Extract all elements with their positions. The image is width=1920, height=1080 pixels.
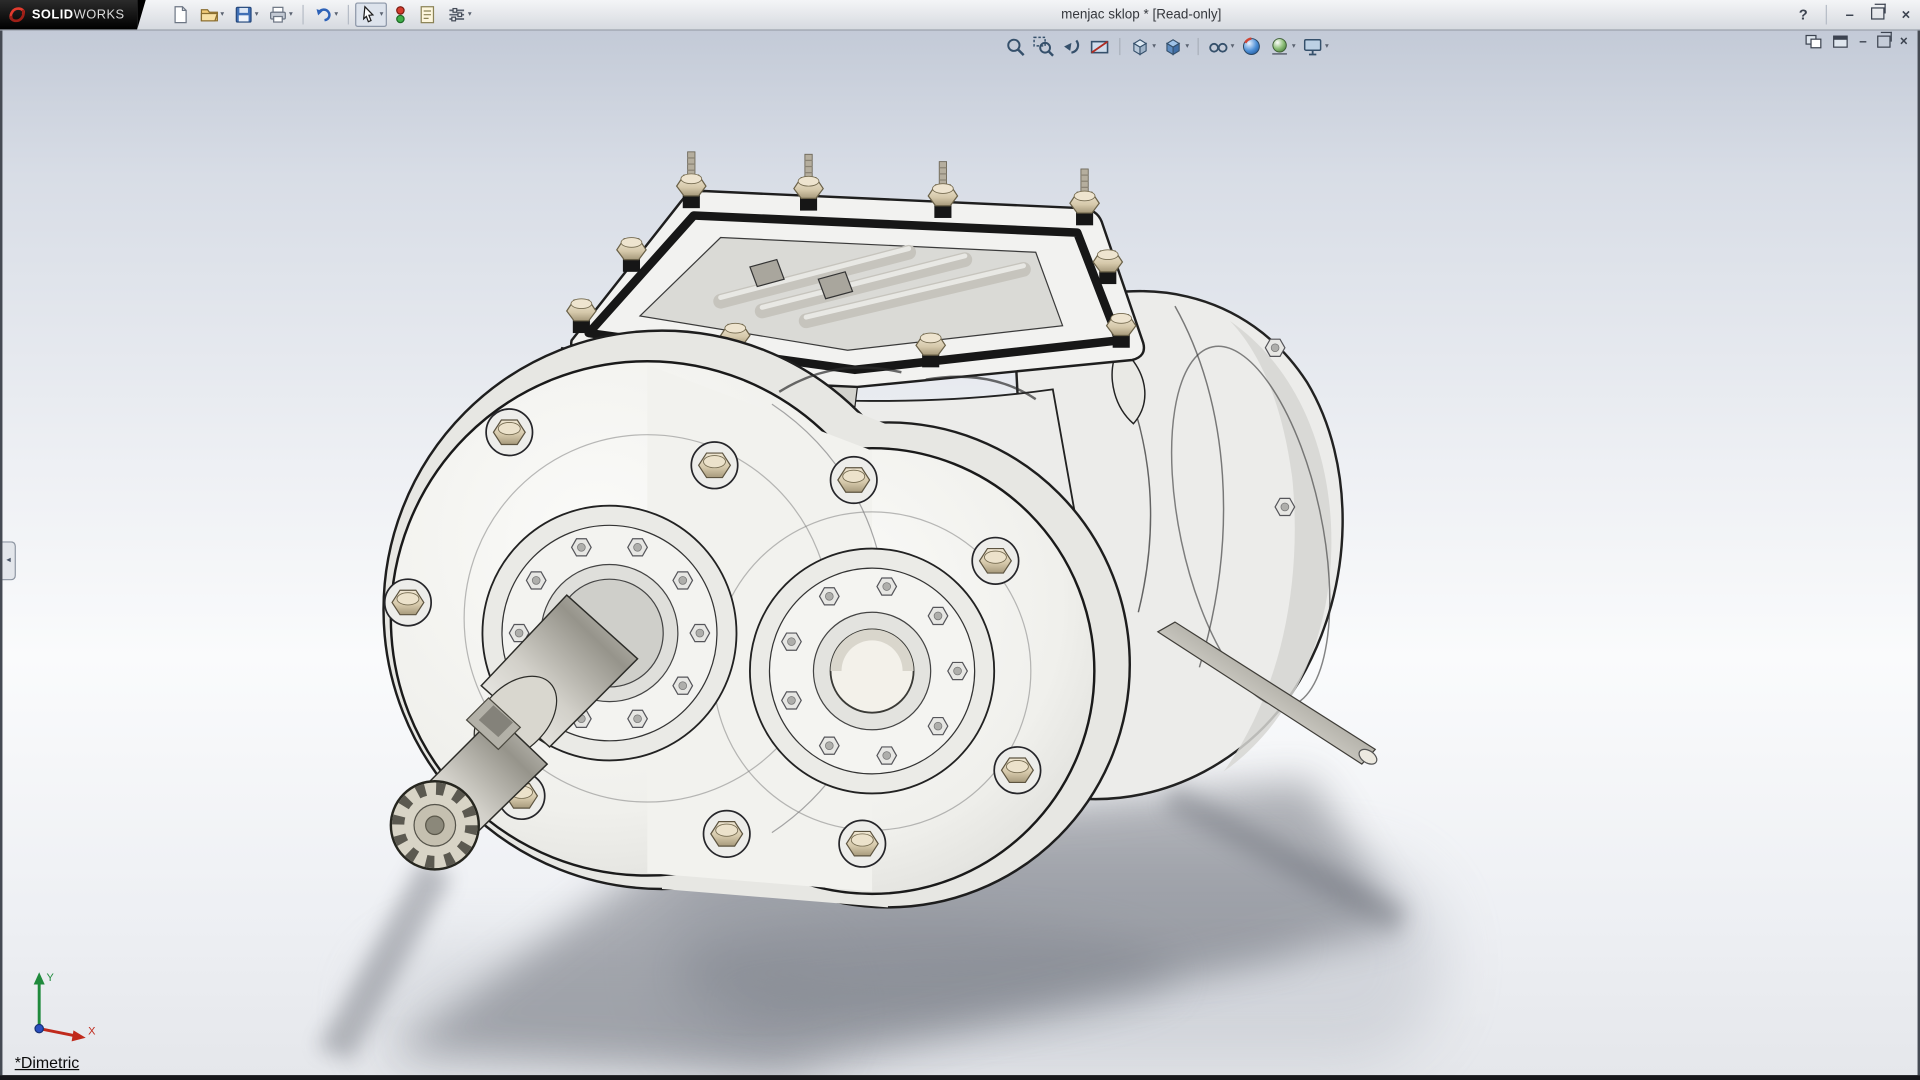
restore-icon [1877, 36, 1890, 48]
section-view-button[interactable] [1089, 34, 1111, 58]
document-close-button[interactable]: × [1900, 35, 1908, 48]
hide-show-items-icon [1207, 36, 1229, 58]
file-properties-button[interactable] [414, 2, 441, 26]
toolbar-separator [348, 5, 349, 25]
document-window-controls: – × [1805, 34, 1907, 49]
dropdown-caret-icon[interactable]: ▾ [1325, 43, 1329, 50]
file-properties-icon [418, 5, 438, 25]
save-icon [234, 5, 254, 25]
float-window-icon [1832, 34, 1849, 49]
orientation-triad: Y X [20, 965, 106, 1043]
tile-window-icon [1805, 34, 1822, 49]
zoom-to-area-icon [1032, 36, 1054, 58]
edit-appearance-button[interactable] [1240, 34, 1262, 58]
undo-icon [314, 5, 334, 25]
restore-button[interactable] [1869, 7, 1887, 22]
zoom-to-fit-icon [1004, 36, 1026, 58]
apply-scene-icon [1269, 36, 1291, 58]
view-settings-icon [1302, 36, 1324, 58]
close-button[interactable]: × [1899, 7, 1912, 22]
dropdown-caret-icon[interactable]: ▾ [289, 11, 293, 18]
dropdown-caret-icon[interactable]: ▾ [468, 11, 472, 18]
display-style-button[interactable]: ▾ [1162, 34, 1189, 58]
toolbar-separator [1826, 5, 1827, 25]
selection-filter-icon [393, 5, 408, 25]
previous-view-icon [1060, 36, 1082, 58]
dropdown-caret-icon[interactable]: ▾ [220, 11, 224, 18]
select-button[interactable]: ▾ [355, 2, 387, 26]
select-arrow-icon [359, 5, 379, 25]
display-style-icon [1162, 36, 1184, 58]
save-button[interactable]: ▾ [230, 2, 262, 26]
dropdown-caret-icon[interactable]: ▾ [1152, 43, 1156, 50]
ds-logo-icon [7, 5, 27, 25]
dropdown-caret-icon[interactable]: ▾ [1185, 43, 1189, 50]
heads-up-view-toolbar: ▾ ▾ ▾ [1004, 33, 1329, 60]
print-button[interactable]: ▾ [265, 2, 297, 26]
logo-notch [137, 0, 146, 29]
view-orientation-label: *Dimetric [15, 1053, 80, 1071]
tile-window-button[interactable] [1805, 34, 1822, 49]
window-controls: ? – × [1796, 0, 1912, 29]
zoom-to-fit-button[interactable] [1004, 34, 1026, 58]
dropdown-caret-icon[interactable]: ▾ [1292, 43, 1296, 50]
minimize-button[interactable]: – [1843, 7, 1856, 22]
brand-text: SOLIDWORKS [32, 7, 125, 22]
triad-x-label: X [88, 1026, 96, 1038]
toolbar-separator [1119, 38, 1120, 55]
open-folder-icon [200, 5, 220, 25]
zoom-to-area-button[interactable] [1032, 34, 1054, 58]
input-flange-boss [750, 549, 994, 794]
new-document-button[interactable] [167, 2, 194, 26]
float-window-button[interactable] [1832, 34, 1849, 49]
window-bottom-edge [0, 1075, 1920, 1080]
application-window: SOLIDWORKS ▾ [0, 0, 1920, 1080]
restore-icon [1871, 7, 1884, 19]
selection-filter-button[interactable] [389, 2, 411, 26]
titlebar: SOLIDWORKS ▾ [0, 0, 1920, 31]
feature-panel-collapse-tab[interactable]: ◄ [2, 541, 15, 580]
view-orientation-button[interactable]: ▾ [1129, 34, 1156, 58]
triad-y-label: Y [47, 972, 55, 984]
dropdown-caret-icon[interactable]: ▾ [255, 11, 259, 18]
dropdown-caret-icon[interactable]: ▾ [380, 11, 384, 18]
options-button[interactable]: ▾ [443, 2, 475, 26]
new-document-icon [170, 5, 190, 25]
undo-button[interactable]: ▾ [310, 2, 342, 26]
standard-toolbar: ▾ ▾ ▾ [167, 2, 476, 26]
document-minimize-button[interactable]: – [1859, 35, 1867, 48]
print-icon [268, 5, 288, 25]
section-view-icon [1089, 36, 1111, 58]
previous-view-button[interactable] [1060, 34, 1082, 58]
dropdown-caret-icon[interactable]: ▾ [1231, 43, 1235, 50]
toolbar-separator [1198, 38, 1199, 55]
graphics-area[interactable] [2, 29, 1917, 1075]
graphics-viewport: ▾ ▾ ▾ [0, 29, 1920, 1075]
help-button[interactable]: ? [1796, 7, 1810, 22]
document-title: menjac sklop * [Read-only] [1061, 0, 1221, 29]
document-restore-button[interactable] [1877, 36, 1890, 48]
solidworks-logo: SOLIDWORKS [0, 0, 137, 29]
view-settings-button[interactable]: ▾ [1302, 34, 1329, 58]
options-icon [447, 5, 467, 25]
open-button[interactable]: ▾ [196, 2, 228, 26]
edit-appearance-icon [1240, 36, 1262, 58]
dropdown-caret-icon[interactable]: ▾ [334, 11, 338, 18]
toolbar-separator [303, 5, 304, 25]
apply-scene-button[interactable]: ▾ [1269, 34, 1296, 58]
view-orientation-icon [1129, 36, 1151, 58]
hide-show-items-button[interactable]: ▾ [1207, 34, 1234, 58]
